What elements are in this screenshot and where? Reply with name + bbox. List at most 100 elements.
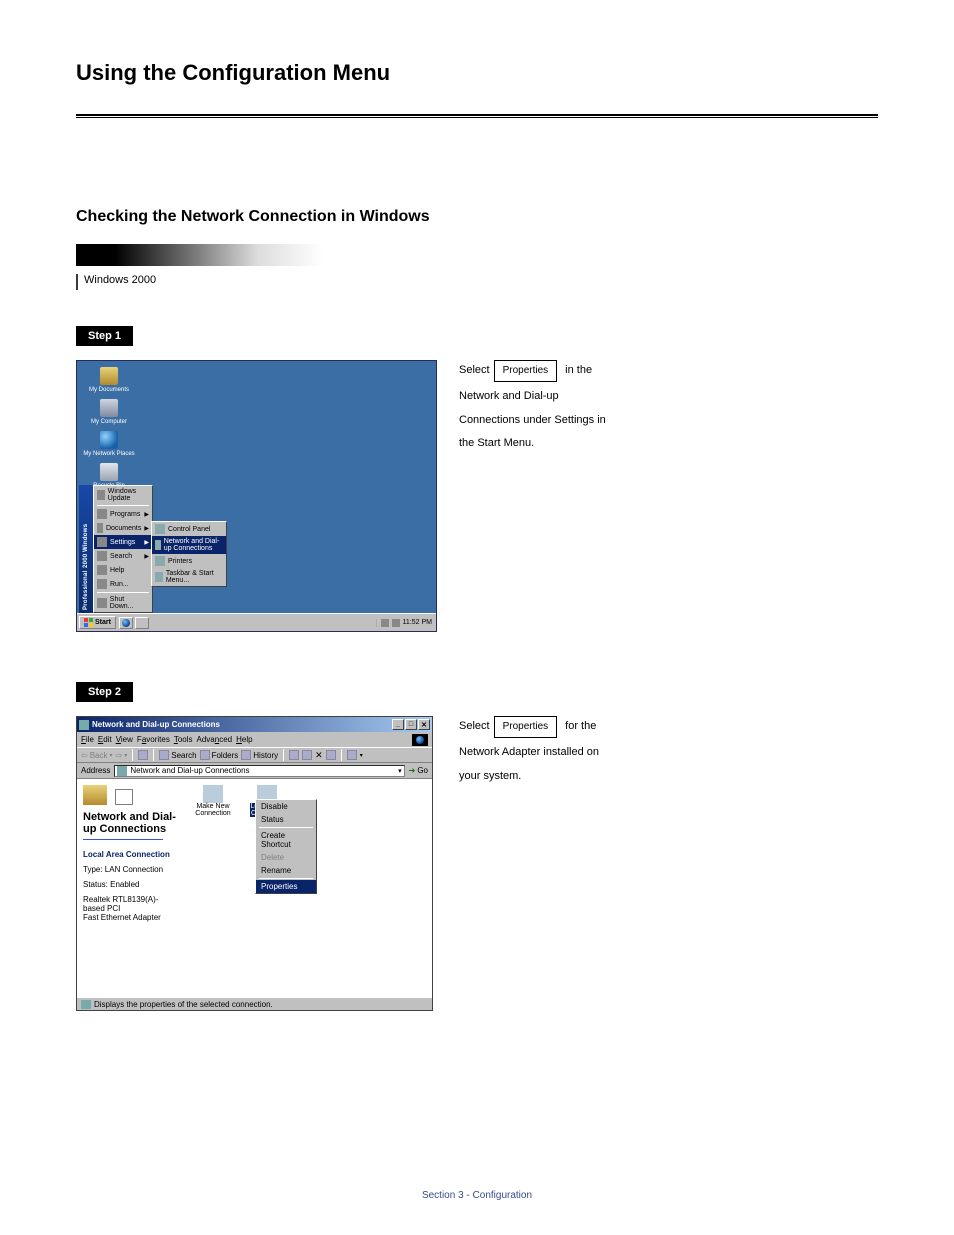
computer-icon [100,399,118,417]
network-folder-icon [155,540,161,550]
start-item-search[interactable]: Search▶ [94,549,152,563]
desktop-icon-my-documents[interactable]: My Documents [83,367,135,393]
settings-sub-printers[interactable]: Printers [152,554,226,568]
folder-icon [117,766,127,776]
tray-icon[interactable] [392,619,400,627]
settings-icon [97,537,107,547]
start-item-programs[interactable]: Programs ▶ [94,507,152,521]
toolbar: ⇦Back▾ ⇨▾ Search Folders History ✕ ▾ [77,747,432,763]
menu-advanced[interactable]: Advanced [197,735,233,744]
start-menu-brand: Professional 2000 Windows [79,485,93,613]
start-item-settings[interactable]: Settings▶ [94,535,152,549]
ctx-properties[interactable]: Properties [256,880,316,893]
toolbar-moveto-icon[interactable] [289,750,299,760]
folder-up-icon [138,750,148,760]
subsection-stripe [76,244,336,266]
desktop-icon-my-computer[interactable]: My Computer [83,399,135,425]
toolbar-undo-icon[interactable] [326,750,336,760]
chevron-right-icon: ▶ [144,511,149,518]
step1-label: Step 1 [76,326,133,346]
label: Folders [212,751,239,760]
label: My Network Places [83,451,134,457]
quicklaunch-ie[interactable] [119,617,133,629]
tray-icon[interactable] [381,619,389,627]
address-input[interactable]: Network and Dial-up Connections ▾ [114,765,404,777]
make-new-connection[interactable]: Make NewConnection [193,785,233,817]
shutdown-icon [97,598,107,608]
menu-help[interactable]: Help [236,735,252,744]
dropdown-icon[interactable]: ▾ [398,767,402,775]
menu-tools[interactable]: Tools [174,735,193,744]
close-button[interactable]: ✕ [418,719,430,730]
start-item-documents[interactable]: Documents▶ [94,521,152,535]
documents-icon [97,523,103,533]
label: Back [90,751,108,760]
address-label: Address [81,766,110,775]
desktop-icon-my-network-places[interactable]: My Network Places [83,431,135,457]
section-heading: Checking the Network Connection in Windo… [76,208,878,226]
ctx-rename[interactable]: Rename [256,864,316,877]
toolbar-views-icon[interactable] [347,750,357,760]
search-icon [159,750,169,760]
menu-view[interactable]: View [116,735,133,744]
info-pane: Network and Dial-up Connections Local Ar… [77,779,185,997]
delete-icon[interactable]: ✕ [315,750,323,761]
address-value: Network and Dial-up Connections [130,766,249,775]
subsection-label: Windows 2000 [84,274,156,290]
start-button[interactable]: Start [79,616,116,629]
page-title: Using the Configuration Menu [76,60,878,86]
conn-status: Status: Enabled [83,880,179,889]
label: Go [417,766,428,775]
clock: 11:52 PM [403,619,432,626]
toolbar-copyto-icon[interactable] [302,750,312,760]
menu-favorites[interactable]: Favorites [137,735,170,744]
label: Start [95,619,111,626]
label: Settings [110,539,135,546]
settings-sub-taskbar[interactable]: Taskbar & Start Menu... [152,568,226,586]
quicklaunch-desktop[interactable] [135,617,149,629]
taskbar: Start 11:52 PM [77,613,436,631]
toolbar-forward[interactable]: ⇨▾ [116,751,128,760]
icon-area: Make NewConnection Local AreaConnect... … [185,779,432,997]
printers-icon [155,556,165,566]
start-item-run[interactable]: Run... [94,577,152,591]
start-item-windows-update[interactable]: Windows Update [94,486,152,504]
menu-file[interactable]: File [81,735,94,744]
folder-icon [100,367,118,385]
properties-button-ref: Properties [494,360,558,382]
help-icon [97,565,107,575]
globe-icon [100,431,118,449]
start-item-help[interactable]: Help [94,563,152,577]
minimize-button[interactable]: _ [392,719,404,730]
step2-instructions: Select Properties for the Network Adapte… [459,716,878,1011]
toolbar-folders[interactable]: Folders [200,750,239,760]
toolbar-search[interactable]: Search [159,750,196,760]
folder-large-icon [83,785,107,805]
toolbar-back[interactable]: ⇦Back▾ [81,751,113,760]
selected-heading: Local Area Connection [83,850,179,859]
connection-wizard-icon [203,785,223,803]
toolbar-history[interactable]: History [241,750,278,760]
conn-type: Type: LAN Connection [83,865,179,874]
settings-sub-network-connections[interactable]: Network and Dial-up Connections [152,536,226,554]
label: Windows Update [108,488,149,502]
toolbar-up[interactable] [138,750,148,760]
ctx-status[interactable]: Status [256,813,316,826]
label: Programs [110,511,140,518]
history-icon [241,750,251,760]
maximize-button[interactable]: □ [405,719,417,730]
settings-sub-control-panel[interactable]: Control Panel [152,522,226,536]
start-menu: Professional 2000 Windows Windows Update… [79,485,153,613]
chevron-right-icon: ▶ [144,525,149,532]
programs-icon [97,509,107,519]
ctx-disable[interactable]: Disable [256,800,316,813]
go-button[interactable]: ➔Go [409,766,428,775]
screenshot-start-menu: My Documents My Computer My Network Plac… [76,360,437,632]
page-footer: Section 3 - Configuration [0,1190,954,1201]
bin-icon [100,463,118,481]
start-item-shutdown[interactable]: Shut Down... [94,594,152,612]
windows-flag-icon [84,618,93,627]
ctx-create-shortcut[interactable]: Create Shortcut [256,829,316,851]
step1-instructions: Select Properties in the Network and Dia… [459,360,878,632]
menu-edit[interactable]: Edit [98,735,112,744]
